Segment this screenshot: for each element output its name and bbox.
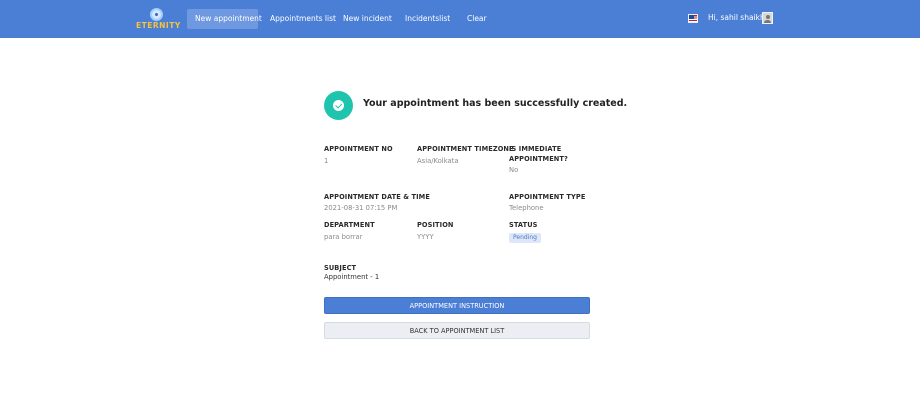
confirmation-title: Your appointment has been successfully c… [363,98,628,109]
appointment-type-label: APPOINTMENT TYPE [509,193,586,201]
main-nav: New appointment Appointments list New in… [187,9,501,29]
user-greeting[interactable]: Hi, sahil shaikh [708,13,765,22]
appointment-instruction-button[interactable]: APPOINTMENT INSTRUCTION [324,297,590,314]
appointment-timezone-value: Asia/Kolkata [417,157,459,165]
check-icon [333,100,344,111]
back-to-appointment-list-button[interactable]: BACK TO APPOINTMENT LIST [324,322,590,339]
status-label: STATUS [509,221,538,229]
position-label: POSITION [417,221,454,229]
is-immediate-label: IS IMMEDIATE APPOINTMENT? [509,145,568,163]
nav-clear[interactable]: Clear [459,9,499,29]
date-time-label: APPOINTMENT DATE & TIME [324,193,430,201]
logo-icon [150,8,163,21]
top-navbar: ETERNITY New appointment Appointments li… [0,0,920,38]
appointment-no-value: 1 [324,157,329,165]
nav-new-appointment[interactable]: New appointment [187,9,262,29]
position-value: YYYY [417,233,434,241]
logo-text: ETERNITY [136,21,181,30]
appointment-no-label: APPOINTMENT NO [324,145,393,153]
nav-appointments-list[interactable]: Appointments list [262,9,336,29]
department-label: DEPARTMENT [324,221,375,229]
department-value: para borrar [324,233,363,241]
appointment-timezone-label: APPOINTMENT TIMEZONE [417,145,514,153]
success-icon [324,91,353,120]
date-time-value: 2021-08-31 07:15 PM [324,204,398,212]
user-avatar-icon[interactable] [762,12,773,24]
status-badge: Pending [509,233,541,243]
is-immediate-value: No [509,166,519,174]
nav-new-incident[interactable]: New incident [335,9,393,29]
subject-value: Appointment - 1 [324,273,380,281]
appointment-type-value: Telephone [509,204,544,212]
us-flag-icon[interactable] [688,14,698,23]
eternity-logo[interactable]: ETERNITY [136,8,181,32]
nav-incidents-list[interactable]: Incidentslist [397,9,455,29]
